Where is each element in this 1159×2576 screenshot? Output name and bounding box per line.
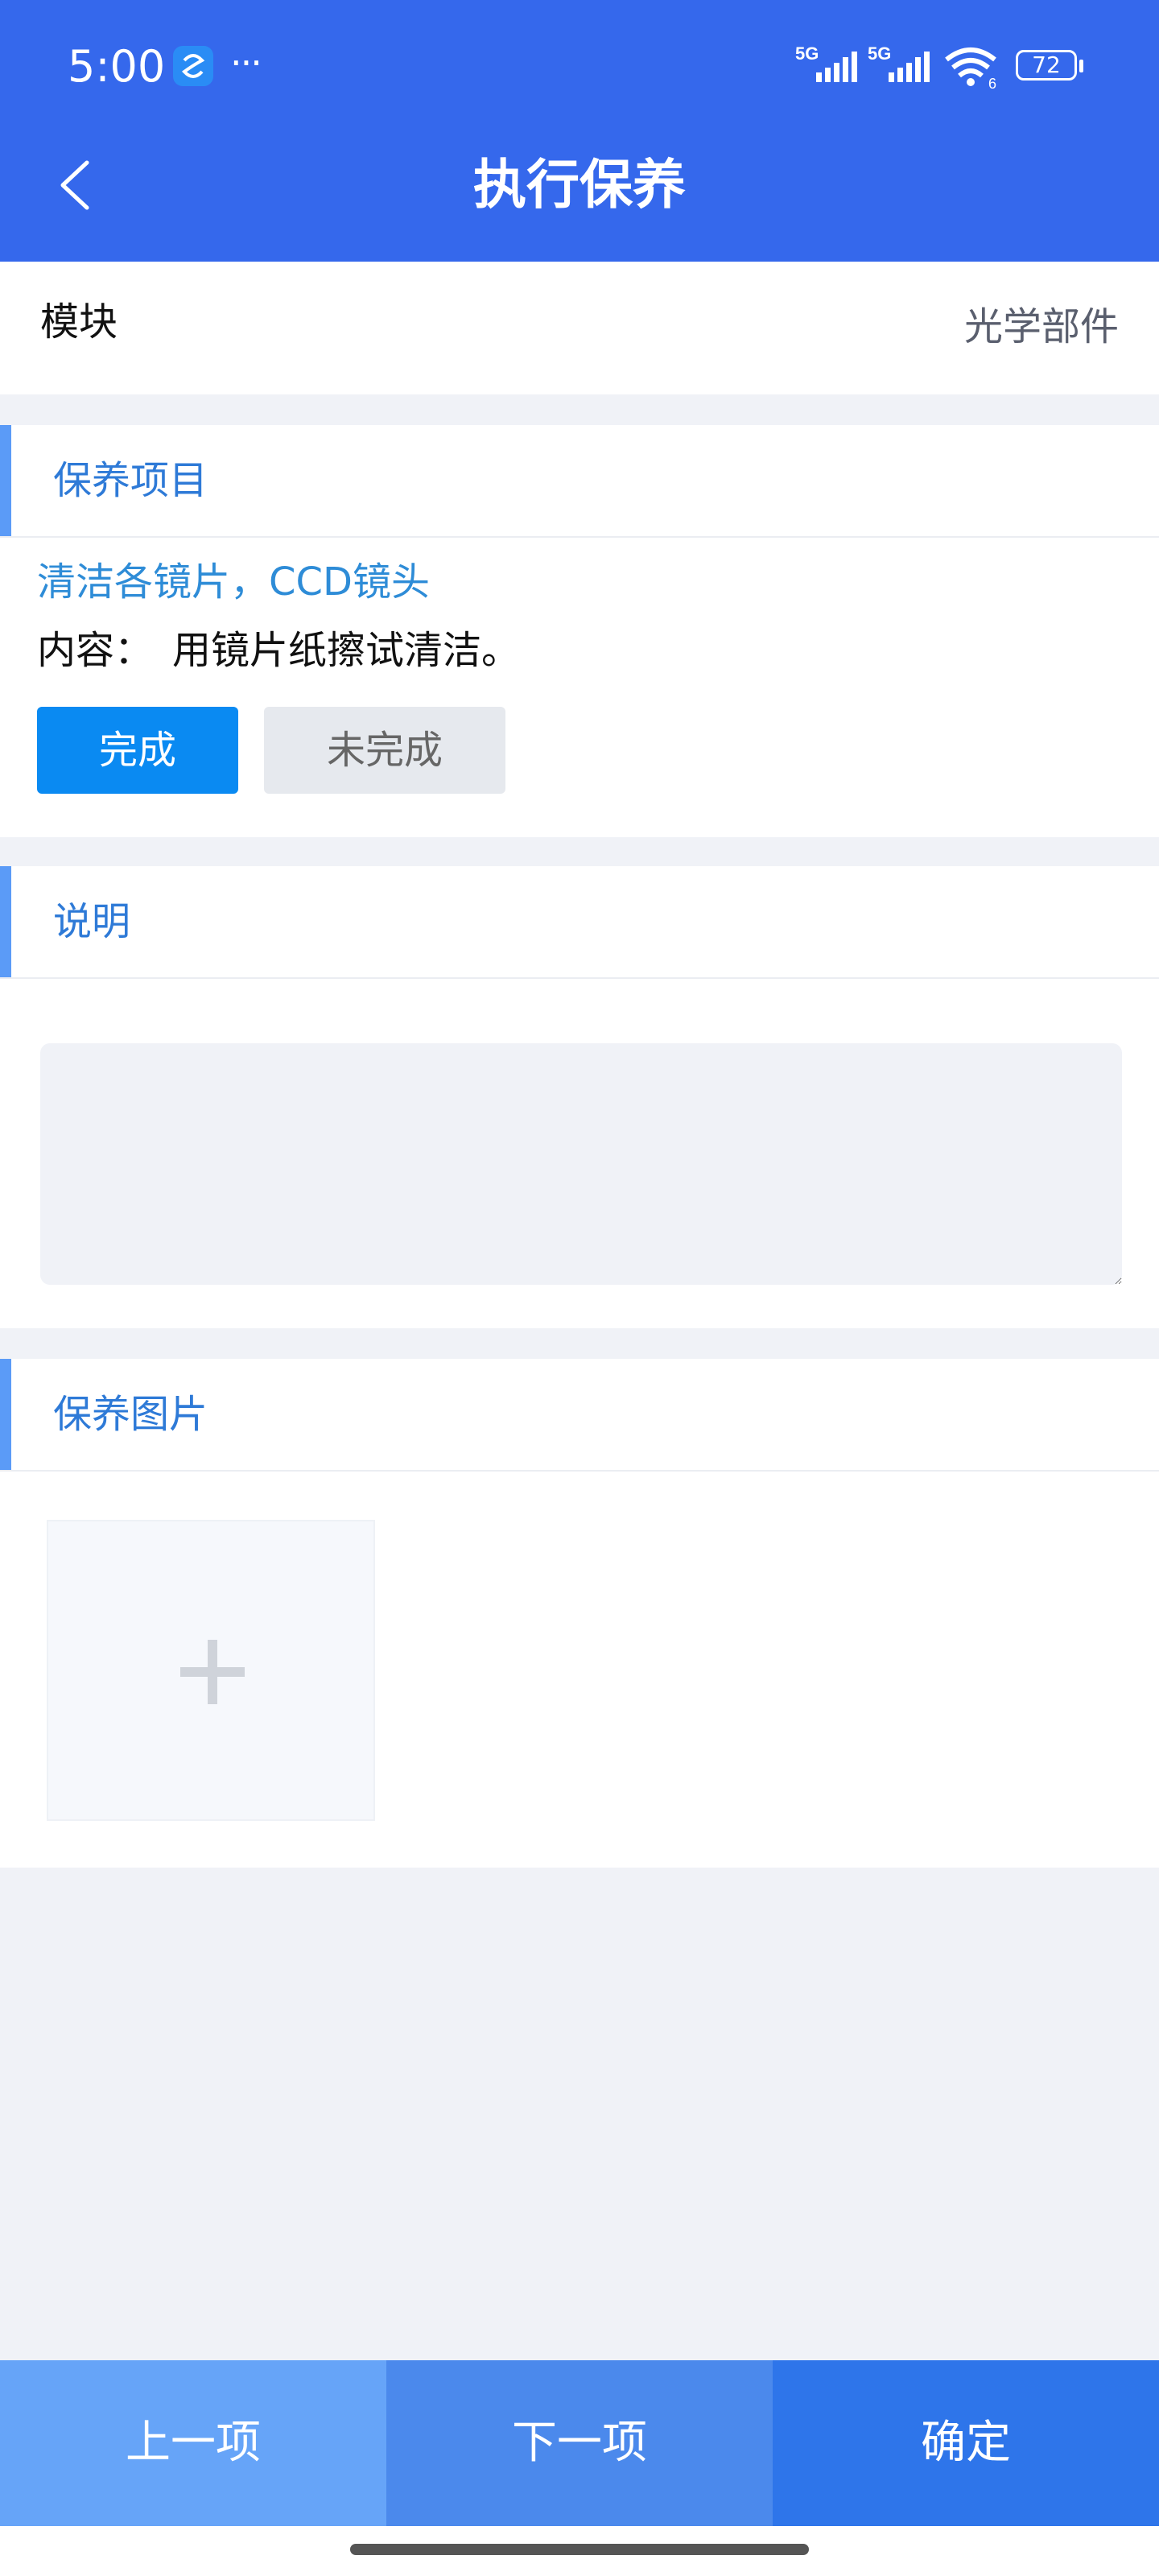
confirm-button[interactable]: 确定: [773, 2360, 1159, 2526]
signal-icon: 5G: [868, 42, 935, 87]
section-title: 保养项目: [53, 458, 208, 503]
section-header: 保养图片: [0, 1359, 1159, 1472]
battery-icon: 72: [1016, 50, 1083, 84]
section-title: 保养图片: [53, 1392, 208, 1437]
signal-icon: 5G: [795, 42, 863, 87]
maintenance-item-section: 保养项目 清洁各镜片，CCD镜头 内容： 用镜片纸擦试清洁。 完成 未完成: [0, 425, 1159, 837]
section-accent-bar: [0, 1359, 11, 1470]
app-notification-icon: [173, 46, 213, 86]
task-content: 用镜片纸擦试清洁。: [172, 628, 521, 673]
section-accent-bar: [0, 425, 11, 536]
module-row: 模块 光学部件: [0, 262, 1159, 394]
module-value: 光学部件: [963, 304, 1119, 349]
signal-1-label: 5G: [795, 43, 819, 64]
wifi-icon: 6: [943, 43, 1001, 92]
section-title: 说明: [53, 899, 131, 944]
next-item-button[interactable]: 下一项: [386, 2360, 773, 2526]
done-button[interactable]: 完成: [37, 707, 238, 794]
home-indicator[interactable]: [350, 2544, 809, 2555]
section-header: 保养项目: [0, 425, 1159, 538]
module-label: 模块: [40, 299, 118, 345]
status-time: 5:00: [68, 41, 166, 92]
add-photo-button[interactable]: [47, 1520, 375, 1821]
bottom-action-bar: 上一项 下一项 确定: [0, 2360, 1159, 2526]
wifi-label: 6: [988, 76, 996, 89]
previous-item-button[interactable]: 上一项: [0, 2360, 386, 2526]
app-header: 5:00 ··· 5G 5G 6 72 执行保养: [0, 0, 1159, 262]
section-accent-bar: [0, 866, 11, 977]
status-more-icon: ···: [230, 41, 262, 85]
signal-2-label: 5G: [868, 43, 891, 64]
battery-level: 72: [1032, 52, 1061, 78]
description-section: 说明: [0, 866, 1159, 1328]
photos-section: 保养图片: [0, 1359, 1159, 1868]
task-name: 清洁各镜片，CCD镜头: [37, 559, 430, 605]
section-header: 说明: [0, 866, 1159, 979]
description-textarea[interactable]: [40, 1043, 1122, 1285]
task-content-label: 内容：: [37, 628, 154, 673]
page-title: 执行保养: [473, 154, 686, 216]
not-done-button[interactable]: 未完成: [264, 707, 505, 794]
